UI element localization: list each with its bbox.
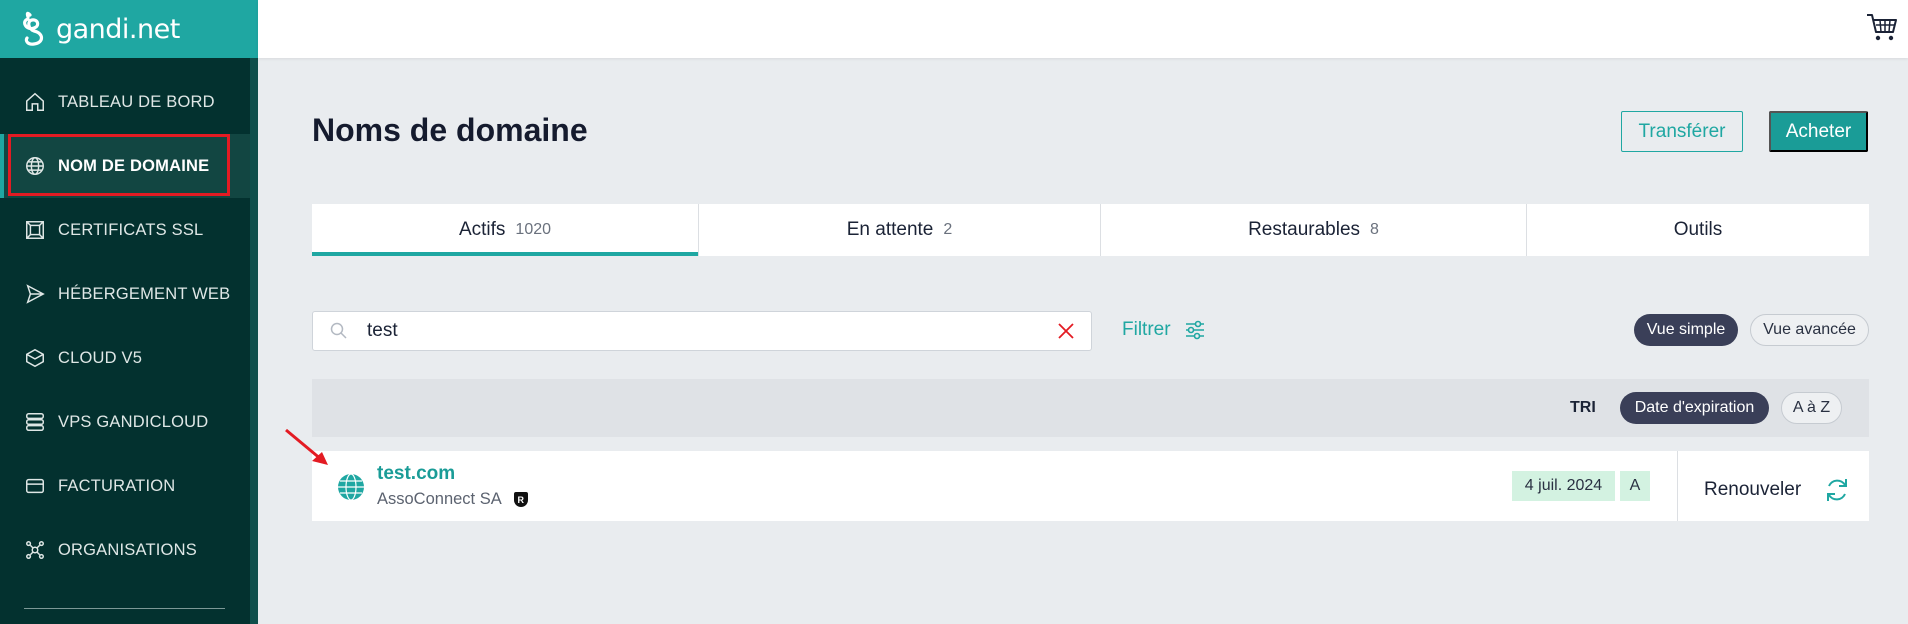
sidebar-item-label: VPS GANDICLOUD <box>58 412 209 431</box>
domain-link[interactable]: test.com <box>377 463 455 485</box>
globe-icon <box>338 473 364 501</box>
domain-owner: AssoConnect SA R <box>377 490 528 509</box>
filter-label: Filtrer <box>1122 319 1171 340</box>
tab-active[interactable]: Actifs 1020 <box>312 204 699 256</box>
brand-name: gandi.net <box>56 13 180 45</box>
search-icon <box>330 322 347 339</box>
top-bar <box>258 0 1908 58</box>
tab-count: 2 <box>943 221 953 238</box>
home-icon <box>26 92 44 111</box>
sidebar-item-vps[interactable]: VPS GANDICLOUD <box>0 390 250 454</box>
sidebar-item-label: NOM DE DOMAINE <box>58 156 210 175</box>
buy-button[interactable]: Acheter <box>1769 111 1868 152</box>
tab-count: 1020 <box>515 221 552 238</box>
sidebar-item-domains[interactable]: NOM DE DOMAINE <box>0 134 250 198</box>
annotation-arrow-icon <box>285 428 328 465</box>
server-stack-icon <box>26 413 44 431</box>
sidebar-item-label: FACTURATION <box>58 476 176 495</box>
sidebar-item-dashboard[interactable]: TABLEAU DE BORD <box>0 70 250 134</box>
sidebar-nav: TABLEAU DE BORD NOM DE DOMAINE CERTIFICA… <box>0 70 250 582</box>
cube-icon <box>26 348 44 368</box>
search-input[interactable]: test <box>367 320 1057 342</box>
row-divider <box>1677 451 1678 521</box>
refresh-icon <box>1827 479 1848 501</box>
send-icon <box>26 284 45 304</box>
sidebar-item-cloud[interactable]: CLOUD V5 <box>0 326 250 390</box>
cart-icon[interactable] <box>1866 12 1898 42</box>
status-badge: A <box>1620 471 1650 501</box>
page-title: Noms de domaine <box>312 112 588 148</box>
transfer-button[interactable]: Transférer <box>1621 111 1743 152</box>
domain-tabs: Actifs 1020 En attente 2 Restaurables 8 … <box>312 204 1869 256</box>
sidebar-item-label: ORGANISATIONS <box>58 540 197 559</box>
sidebar-item-label: CERTIFICATS SSL <box>58 220 204 239</box>
sliders-icon <box>1185 320 1204 340</box>
sidebar-item-hosting[interactable]: HÉBERGEMENT WEB <box>0 262 250 326</box>
sidebar-item-label: HÉBERGEMENT WEB <box>58 284 231 303</box>
tab-label: Actifs <box>458 219 506 240</box>
sidebar-item-label: TABLEAU DE BORD <box>58 92 215 111</box>
tab-label: Outils <box>1673 219 1723 240</box>
sort-alpha-button[interactable]: A à Z <box>1781 392 1842 424</box>
search-field[interactable]: test <box>312 311 1092 351</box>
sort-expiration-button[interactable]: Date d'expiration <box>1620 392 1769 424</box>
gandi-logo-icon <box>23 11 44 46</box>
sidebar-item-ssl[interactable]: CERTIFICATS SSL <box>0 198 250 262</box>
globe-icon <box>26 157 44 175</box>
tab-pending[interactable]: En attente 2 <box>699 204 1101 256</box>
sidebar-divider <box>24 608 225 609</box>
tab-label: En attente <box>846 219 934 240</box>
sidebar-edge <box>250 0 258 624</box>
close-icon[interactable] <box>1057 322 1075 340</box>
expiration-badge: 4 juil. 2024 <box>1512 471 1615 501</box>
certificate-icon <box>26 221 44 239</box>
renew-button[interactable]: Renouveler <box>1704 476 1851 504</box>
tab-restorable[interactable]: Restaurables 8 <box>1101 204 1527 256</box>
sidebar-item-label: CLOUD V5 <box>58 348 143 367</box>
tab-tools[interactable]: Outils <box>1527 204 1869 256</box>
credit-card-icon <box>26 478 44 494</box>
sort-label: TRI <box>1570 399 1596 416</box>
sidebar-item-billing[interactable]: FACTURATION <box>0 454 250 518</box>
tab-label: Restaurables <box>1248 219 1361 240</box>
view-advanced-toggle[interactable]: Vue avancée <box>1750 314 1869 346</box>
renew-label: Renouveler <box>1704 479 1802 500</box>
owner-name: AssoConnect SA <box>377 490 502 508</box>
view-simple-toggle[interactable]: Vue simple <box>1634 314 1738 346</box>
organization-icon <box>26 541 44 559</box>
filter-button[interactable]: Filtrer <box>1122 318 1207 342</box>
registry-badge: R <box>513 492 528 507</box>
tab-count: 8 <box>1370 221 1379 238</box>
sidebar-item-organizations[interactable]: ORGANISATIONS <box>0 518 250 582</box>
brand-logo[interactable]: gandi.net <box>0 0 258 58</box>
